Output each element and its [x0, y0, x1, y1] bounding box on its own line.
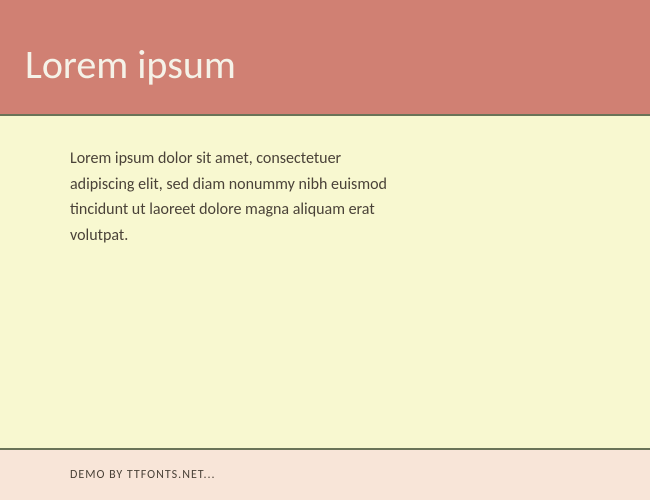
page-title: Lorem ipsum: [25, 40, 625, 89]
footer: DEMO BY TTFONTS.NET...: [0, 450, 650, 500]
header: Lorem ipsum: [0, 0, 650, 116]
body-text: Lorem ipsum dolor sit amet, consectetuer…: [70, 146, 400, 248]
footer-text: DEMO BY TTFONTS.NET...: [70, 468, 580, 482]
content-area: Lorem ipsum dolor sit amet, consectetuer…: [0, 116, 650, 450]
